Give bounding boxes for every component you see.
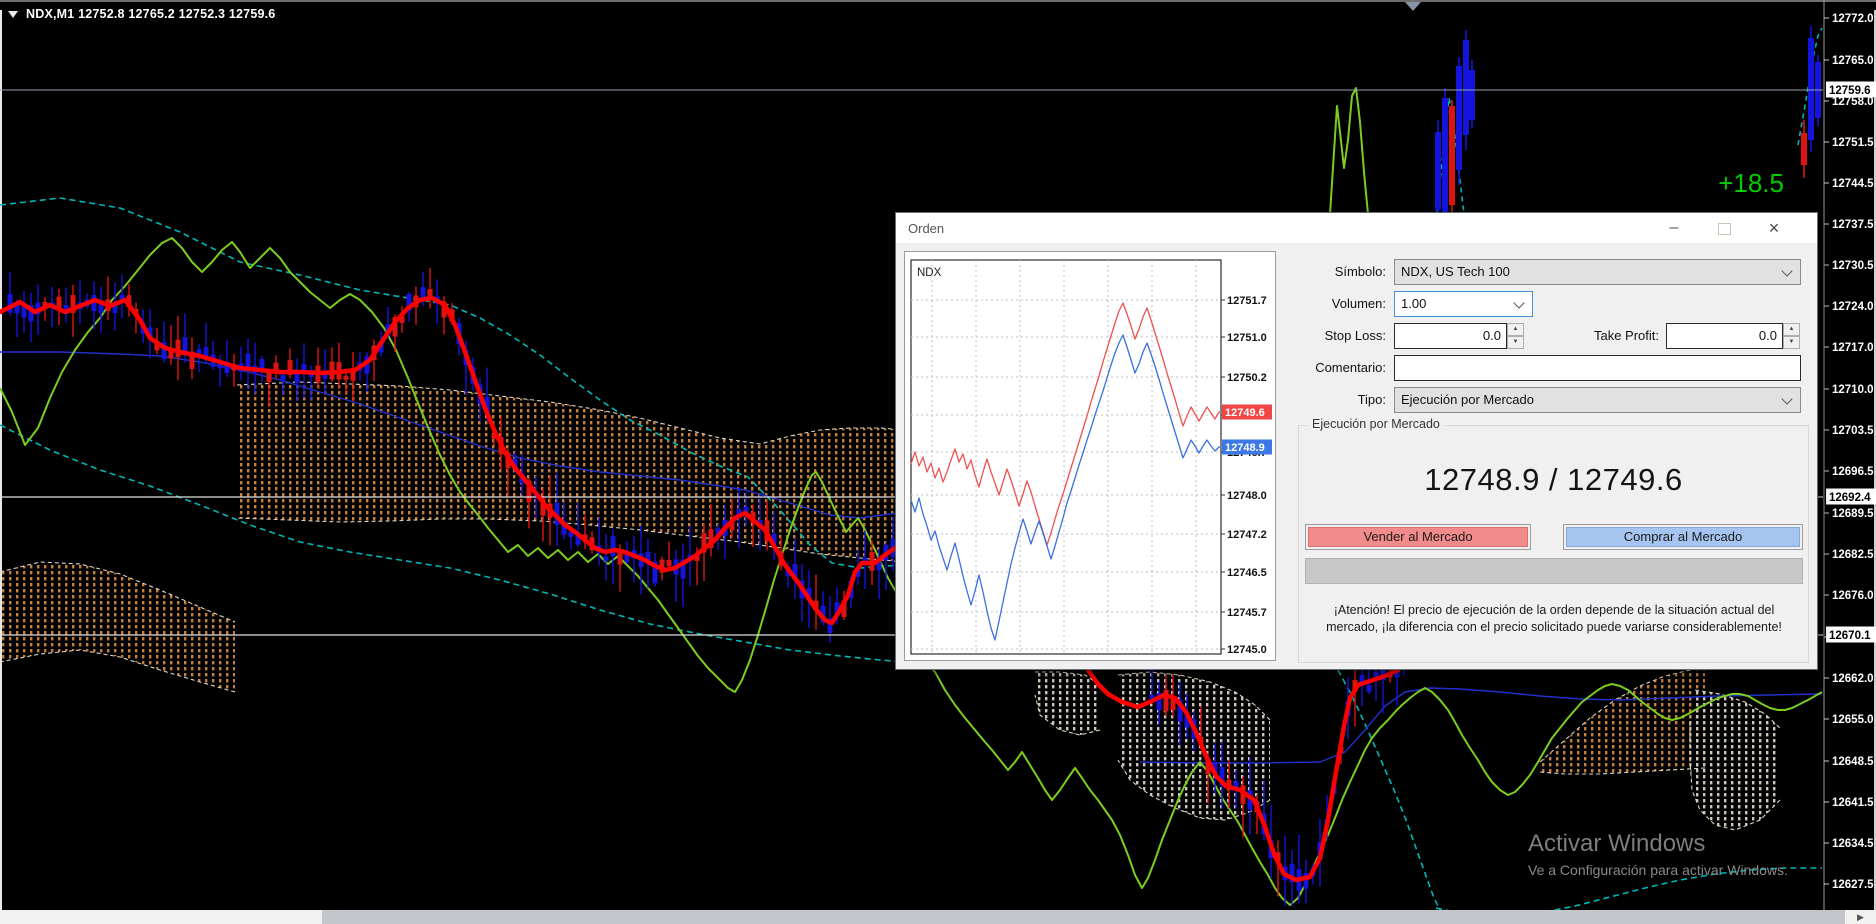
takeprofit-stepper[interactable]: ▲ ▼: [1783, 323, 1800, 349]
price-axis: 12772.0 12765.0 12758.0 12751.5 12744.5 12737…: [1823, 0, 1876, 910]
buy-button-label: Comprar al Mercado: [1566, 527, 1800, 547]
axis-price-label: 12648.5: [1832, 756, 1874, 768]
tick-axis-label: 12750.2: [1227, 372, 1267, 384]
spin-up-icon[interactable]: ▲: [1507, 323, 1524, 336]
symbol-select[interactable]: NDX, US Tech 100: [1394, 259, 1801, 285]
svg-text:12692.4: 12692.4: [1829, 492, 1871, 504]
ichimoku-cloud: [1690, 690, 1780, 830]
axis-price-label: 12689.5: [1832, 508, 1874, 520]
volume-select[interactable]: 1.00: [1394, 291, 1533, 317]
sell-market-button[interactable]: Vender al Mercado: [1305, 524, 1531, 550]
execution-groupbox: Ejecución por Mercado 12748.9 / 12749.6 …: [1298, 417, 1809, 663]
sell-button-label: Vender al Mercado: [1308, 527, 1528, 547]
takeprofit-input[interactable]: 0.0: [1666, 323, 1783, 349]
symbol-label: Símbolo:: [1334, 264, 1386, 279]
svg-text:12748.9: 12748.9: [1225, 442, 1265, 454]
watermark-subtitle: Ve a Configuración para activar Windows.: [1528, 862, 1788, 878]
stoploss-label: Stop Loss:: [1324, 328, 1386, 343]
comment-input[interactable]: [1394, 355, 1801, 381]
axis-price-label: 12710.0: [1832, 384, 1874, 396]
scrollbar-thumb[interactable]: [322, 910, 1845, 924]
scrollbar-right-arrow-icon[interactable]: ▶: [1845, 910, 1876, 924]
tick-axis-label: 12751.0: [1227, 332, 1267, 344]
axis-price-label: 12682.5: [1832, 549, 1874, 561]
type-label: Tipo:: [1357, 392, 1386, 407]
chart-shift-marker-icon[interactable]: [1405, 2, 1421, 11]
spin-up-icon[interactable]: ▲: [1783, 323, 1800, 336]
dialog-title: Orden: [908, 221, 945, 236]
svg-text:12759.6: 12759.6: [1829, 85, 1871, 97]
axis-price-label: 12634.5: [1832, 838, 1874, 850]
axis-price-label: 12703.5: [1832, 425, 1874, 437]
type-value: Ejecución por Mercado: [1401, 392, 1534, 407]
type-select[interactable]: Ejecución por Mercado: [1394, 387, 1801, 413]
svg-text:12670.1: 12670.1: [1829, 630, 1871, 642]
axis-price-label: 12730.5: [1832, 260, 1874, 272]
tick-axis-label: 12746.5: [1227, 567, 1267, 579]
svg-text:12749.6: 12749.6: [1225, 407, 1265, 419]
order-dialog: Orden – × 12751.712751.012750.212749.512…: [895, 212, 1818, 670]
metatrader-window: 12772.0 12765.0 12758.0 12751.5 12744.5 12737…: [0, 0, 1876, 924]
axis-price-label: 12737.5: [1832, 219, 1874, 231]
chevron-down-icon: [1781, 265, 1793, 277]
ohlc-text: NDX,M1 12752.8 12765.2 12752.3 12759.6: [26, 7, 276, 21]
buy-market-button[interactable]: Comprar al Mercado: [1563, 524, 1803, 550]
stoploss-input[interactable]: 0.0: [1394, 323, 1507, 349]
spin-down-icon[interactable]: ▼: [1783, 336, 1800, 349]
symbol-ohlc-header: NDX,M1 12752.8 12765.2 12752.3 12759.6: [8, 7, 275, 21]
axis-price-label: 12717.0: [1832, 342, 1874, 354]
activate-windows-watermark: Activar Windows Ve a Configuración para …: [1528, 830, 1788, 878]
tick-chart-symbol: NDX: [917, 267, 942, 279]
stoploss-stepper[interactable]: ▲ ▼: [1507, 323, 1524, 349]
tick-chart: 12751.712751.012750.212749.512748.712748…: [910, 259, 1272, 656]
tick-axis-label: 12751.7: [1227, 295, 1267, 307]
horizontal-scrollbar[interactable]: ▶: [0, 910, 1876, 924]
spin-down-icon[interactable]: ▼: [1507, 336, 1524, 349]
tick-chart-panel: 12751.712751.012750.212749.512748.712748…: [904, 251, 1276, 661]
axis-price-label: 12751.5: [1832, 137, 1874, 149]
comment-label: Comentario:: [1315, 360, 1386, 375]
axis-price-label: 12772.0: [1832, 13, 1874, 25]
indicator-line-green_spike: [1329, 87, 1369, 215]
axis-price-label: 12744.5: [1832, 178, 1874, 190]
watermark-title: Activar Windows: [1528, 830, 1706, 857]
floating-profit: +18.5: [1718, 168, 1784, 198]
dialog-titlebar[interactable]: Orden – ×: [896, 213, 1817, 243]
chevron-down-icon: [1513, 297, 1525, 309]
indicator-line-cyan_right_steep: [1337, 669, 1441, 910]
takeprofit-label: Take Profit:: [1593, 328, 1659, 343]
axis-price-label: 12627.5: [1832, 879, 1874, 891]
tick-axis-label: 12747.2: [1227, 529, 1267, 541]
tick-axis-label: 12745.7: [1227, 607, 1267, 619]
axis-price-label: 12641.5: [1832, 797, 1874, 809]
volume-label: Volumen:: [1331, 296, 1386, 311]
minimize-button[interactable]: –: [1653, 213, 1695, 243]
maximize-icon: [1717, 223, 1731, 235]
volume-value: 1.00: [1401, 296, 1427, 311]
axis-price-label: 12765.0: [1832, 55, 1874, 67]
symbol-value: NDX, US Tech 100: [1401, 264, 1510, 279]
axis-price-label: 12724.0: [1832, 301, 1874, 313]
axis-price-label: 12696.5: [1832, 466, 1874, 478]
axis-price-label: 12655.0: [1832, 714, 1874, 726]
execution-progress-bar: [1305, 558, 1803, 584]
axis-price-label: 12676.0: [1832, 590, 1874, 602]
axis-price-label: 12662.0: [1832, 673, 1874, 685]
groupbox-label: Ejecución por Mercado: [1307, 417, 1445, 431]
symbol-dropdown-icon[interactable]: [8, 11, 18, 18]
close-button[interactable]: ×: [1753, 213, 1795, 243]
tick-axis-label: 12745.0: [1227, 644, 1267, 656]
tick-axis-label: 12748.0: [1227, 490, 1267, 502]
maximize-button: [1703, 213, 1745, 243]
axis-price-label: 12758.0: [1832, 96, 1874, 108]
ichimoku-cloud: [1035, 672, 1100, 735]
execution-warning-text: ¡Atención! El precio de ejecución de la …: [1326, 603, 1782, 634]
bid-ask-price: 12748.9 / 12749.6: [1424, 462, 1683, 497]
chevron-down-icon: [1781, 393, 1793, 405]
ichimoku-cloud: [0, 562, 235, 692]
